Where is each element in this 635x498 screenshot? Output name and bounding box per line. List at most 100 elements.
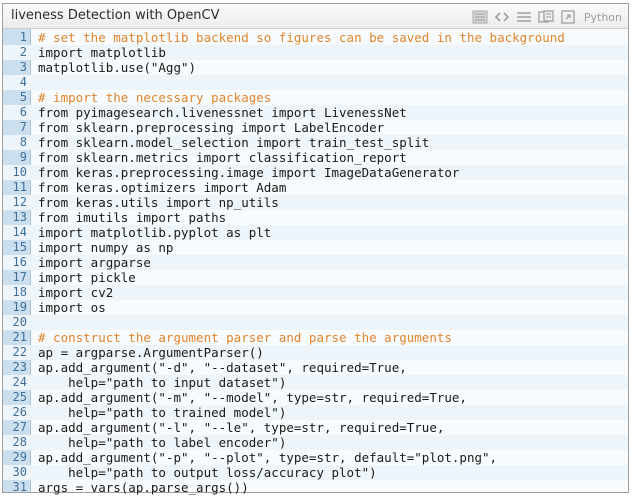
list-icon[interactable] [516, 10, 532, 24]
code-line: 11 from keras.optimizers import Adam [3, 180, 628, 195]
line-number: 18 [12, 285, 27, 299]
line-number: 15 [12, 240, 27, 254]
line-number: 13 [12, 210, 27, 224]
code-line: 15 import numpy as np [3, 240, 628, 255]
code-line: 3 matplotlib.use("Agg") [3, 60, 628, 75]
line-number: 24 [12, 375, 27, 389]
code-line: 17 import pickle [3, 270, 628, 285]
code-text: ap = argparse.ArgumentParser() [38, 345, 264, 360]
line-number: 9 [19, 150, 27, 164]
line-number: 27 [12, 420, 27, 434]
code-text: import cv2 [38, 285, 114, 300]
code-line: 31 args = vars(ap.parse_args()) [3, 480, 628, 495]
code-line: 30 help="path to output loss/accuracy pl… [3, 465, 628, 480]
code-line: 23 ap.add_argument("-d", "--dataset", req… [3, 360, 628, 375]
line-number: 26 [12, 405, 27, 419]
code-text: import matplotlib [38, 45, 166, 60]
code-line: 29 ap.add_argument("-p", "--plot", type=s… [3, 450, 628, 465]
line-number: 23 [12, 360, 27, 374]
code-line: 13 from imutils import paths [3, 210, 628, 225]
line-number: 29 [12, 450, 27, 464]
code-text: ap.add_argument("-p", "--plot", type=str… [38, 450, 498, 465]
toolbar: Python [472, 9, 622, 25]
line-number: 11 [12, 180, 27, 194]
code-text: from imutils import paths [38, 210, 227, 225]
code-line: 8 from sklearn.model_selection import tra… [3, 135, 628, 150]
code-line: 9 from sklearn.metrics import classificat… [3, 150, 628, 165]
line-number: 8 [19, 135, 27, 149]
line-number: 2 [19, 45, 27, 59]
line-number: 19 [12, 300, 27, 314]
code-comment: # set the matplotlib backend so figures … [38, 30, 565, 45]
code-line: 22 ap = argparse.ArgumentParser() [3, 345, 628, 360]
line-number: 30 [12, 465, 27, 479]
code-text: ap.add_argument("-d", "--dataset", requi… [38, 360, 407, 375]
code-icon[interactable] [494, 10, 510, 24]
code-line: 27 ap.add_argument("-l", "--le", type=str… [3, 420, 628, 435]
code-line: 14 import matplotlib.pyplot as plt [3, 225, 628, 240]
line-number: 22 [12, 345, 27, 359]
line-number: 31 [12, 480, 27, 494]
code-line: 24 help="path to input dataset") [3, 375, 628, 390]
code-line: 10 from keras.preprocessing.image import … [3, 165, 628, 180]
line-number: 10 [12, 165, 27, 179]
line-number: 7 [19, 120, 27, 134]
line-number: 5 [19, 90, 27, 104]
code-text: from keras.utils import np_utils [38, 195, 279, 210]
line-number: 4 [19, 75, 27, 89]
code-comment: # construct the argument parser and pars… [38, 330, 452, 345]
code-line: 19 import os [3, 300, 628, 315]
code-comment: # import the necessary packages [38, 90, 272, 105]
title-bar: liveness Detection with OpenCV Python [3, 4, 628, 29]
code-text: import matplotlib.pyplot as plt [38, 225, 272, 240]
line-number: 25 [12, 390, 27, 404]
code-line: 16 import argparse [3, 255, 628, 270]
code-text: help="path to output loss/accuracy plot"… [38, 465, 377, 480]
code-text: help="path to input dataset") [38, 375, 287, 390]
code-line: 5 # import the necessary packages [3, 90, 628, 105]
snippet-title: liveness Detection with OpenCV [11, 8, 220, 23]
code-text: help="path to trained model") [38, 405, 287, 420]
line-number: 12 [12, 195, 27, 209]
code-line: 12 from keras.utils import np_utils [3, 195, 628, 210]
line-number: 17 [12, 270, 27, 284]
code-text: from sklearn.model_selection import trai… [38, 135, 430, 150]
code-line: 18 import cv2 [3, 285, 628, 300]
code-text: import argparse [38, 255, 151, 270]
line-number: 1 [19, 30, 27, 44]
code-line: 7 from sklearn.preprocessing import Label… [3, 120, 628, 135]
code-line: 26 help="path to trained model") [3, 405, 628, 420]
print-icon[interactable] [560, 10, 576, 24]
code-text: help="path to label encoder") [38, 435, 287, 450]
code-text: import os [38, 300, 106, 315]
copy-icon[interactable] [538, 10, 554, 24]
code-text: from keras.preprocessing.image import Im… [38, 165, 460, 180]
code-text: import numpy as np [38, 240, 174, 255]
code-line: 28 help="path to label encoder") [3, 435, 628, 450]
code-line: 1 # set the matplotlib backend so figures… [3, 30, 628, 45]
code-text: from keras.optimizers import Adam [38, 180, 287, 195]
code-line: 4 [3, 75, 628, 90]
code-line: 20 [3, 315, 628, 330]
code-text: import pickle [38, 270, 136, 285]
view-source-icon[interactable] [472, 10, 488, 24]
code-text: ap.add_argument("-m", "--model", type=st… [38, 390, 467, 405]
code-text: from sklearn.preprocessing import LabelE… [38, 120, 385, 135]
code-line: 25 ap.add_argument("-m", "--model", type=… [3, 390, 628, 405]
line-number: 28 [12, 435, 27, 449]
code-snippet-window: liveness Detection with OpenCV Python 1 #… [2, 3, 629, 495]
line-number: 3 [19, 60, 27, 74]
code-text: from pyimagesearch.livenessnet import Li… [38, 105, 407, 120]
code-line: 2 import matplotlib [3, 45, 628, 60]
line-number: 20 [12, 315, 27, 329]
code-text: matplotlib.use("Agg") [38, 60, 197, 75]
line-number: 16 [12, 255, 27, 269]
code-text: args = vars(ap.parse_args()) [38, 480, 249, 495]
code-area: 1 # set the matplotlib backend so figures… [3, 29, 628, 495]
code-text: from sklearn.metrics import classificati… [38, 150, 407, 165]
line-number: 6 [19, 105, 27, 119]
line-number: 14 [12, 225, 27, 239]
code-line: 21 # construct the argument parser and pa… [3, 330, 628, 345]
language-label: Python [583, 10, 622, 24]
line-number: 21 [12, 330, 27, 344]
